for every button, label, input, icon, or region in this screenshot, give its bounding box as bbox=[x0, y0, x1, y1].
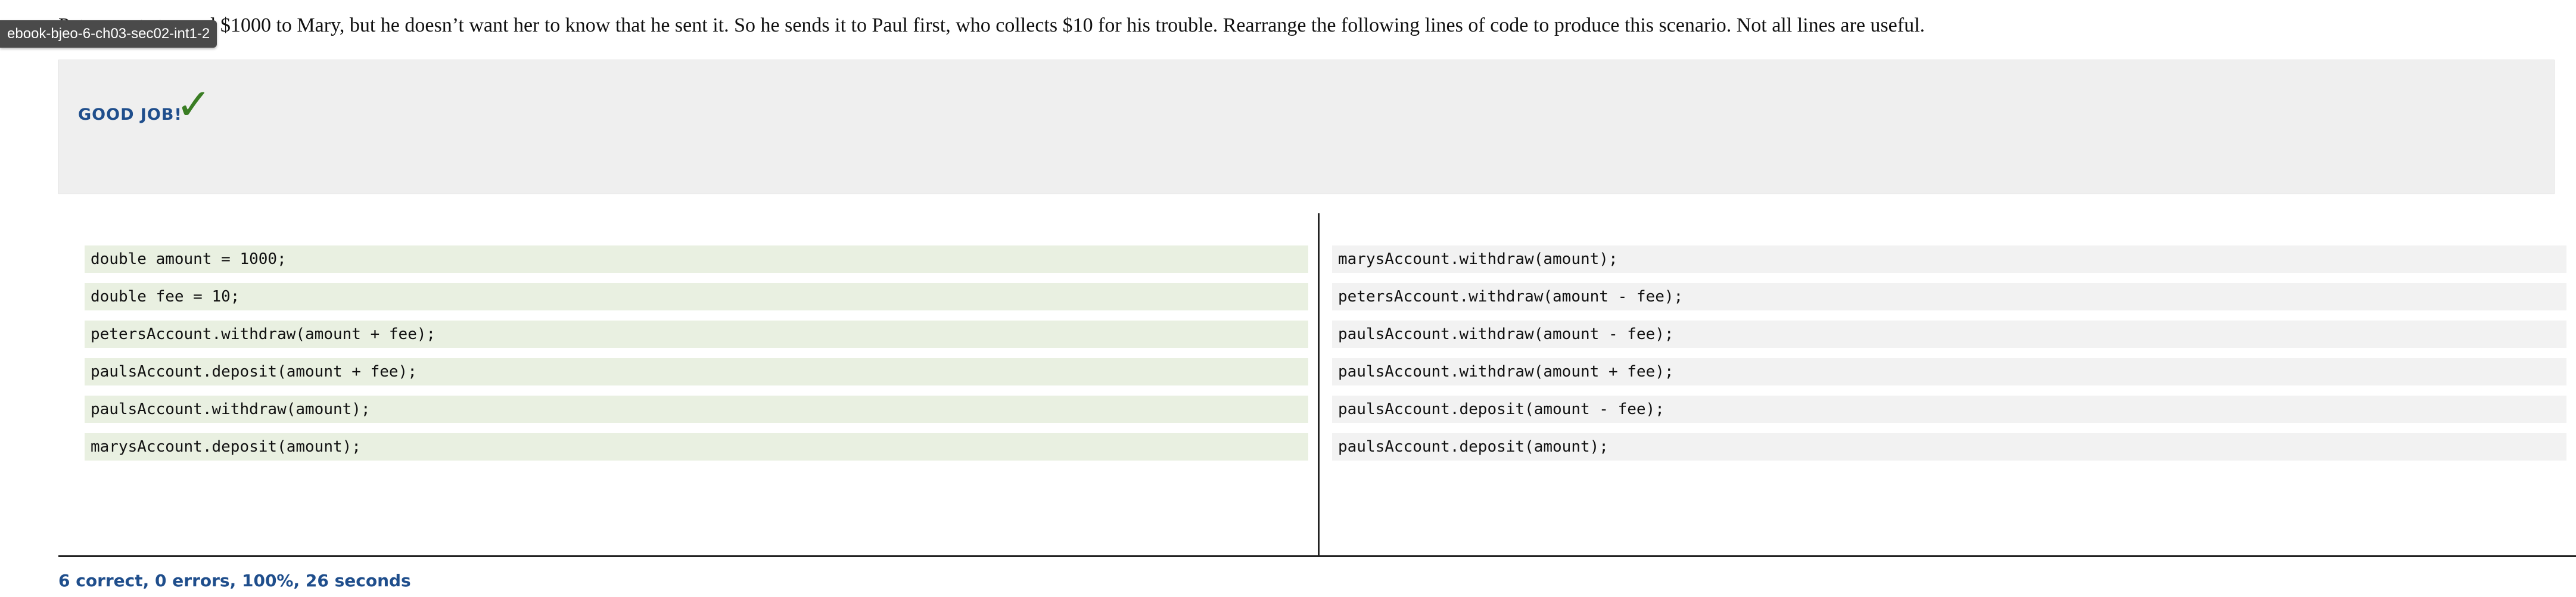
checkmark-icon: ✓ bbox=[176, 79, 212, 129]
exercise-prompt: Peter wants to send $1000 to Mary, but h… bbox=[58, 14, 1925, 36]
unused-lines-area: marysAccount.withdraw(amount); petersAcc… bbox=[1332, 245, 2566, 471]
solution-line[interactable]: double amount = 1000; bbox=[85, 245, 1308, 273]
unused-line[interactable]: paulsAccount.withdraw(amount + fee); bbox=[1332, 358, 2566, 385]
solution-line[interactable]: double fee = 10; bbox=[85, 283, 1308, 310]
solution-line[interactable]: paulsAccount.withdraw(amount); bbox=[85, 396, 1308, 423]
solution-line[interactable]: petersAccount.withdraw(amount + fee); bbox=[85, 321, 1308, 348]
solution-line[interactable]: paulsAccount.deposit(amount + fee); bbox=[85, 358, 1308, 385]
bottom-divider bbox=[58, 555, 2576, 557]
feedback-panel: GOOD JOB! ✓ bbox=[58, 60, 2555, 194]
solution-line[interactable]: marysAccount.deposit(amount); bbox=[85, 433, 1308, 461]
feedback-message: GOOD JOB! bbox=[78, 105, 182, 124]
unused-line[interactable]: paulsAccount.deposit(amount); bbox=[1332, 433, 2566, 461]
column-divider bbox=[1318, 213, 1320, 556]
exercise-id-tag: ebook-bjeo-6-ch03-sec02-int1-2 bbox=[0, 20, 217, 48]
unused-line[interactable]: paulsAccount.deposit(amount - fee); bbox=[1332, 396, 2566, 423]
score-status: 6 correct, 0 errors, 100%, 26 seconds bbox=[58, 571, 411, 590]
unused-line[interactable]: paulsAccount.withdraw(amount - fee); bbox=[1332, 321, 2566, 348]
unused-line[interactable]: marysAccount.withdraw(amount); bbox=[1332, 245, 2566, 273]
unused-line[interactable]: petersAccount.withdraw(amount - fee); bbox=[1332, 283, 2566, 310]
solution-area: double amount = 1000; double fee = 10; p… bbox=[85, 245, 1308, 471]
